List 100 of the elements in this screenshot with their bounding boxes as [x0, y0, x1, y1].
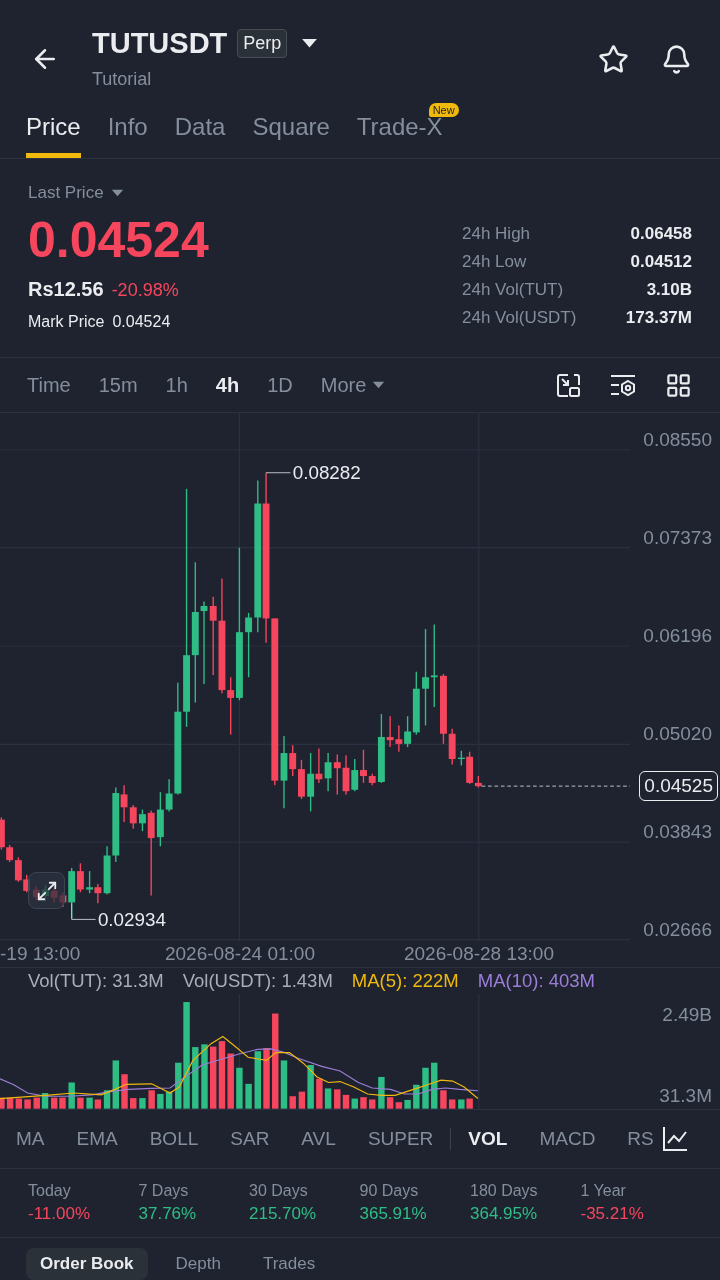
volume-bar — [369, 1099, 376, 1109]
volume-axis-label: 31.3M — [659, 1086, 712, 1106]
rising-candle — [377, 713, 385, 784]
period-label: 1 Year — [580, 1181, 626, 1201]
bell-icon[interactable] — [661, 43, 692, 75]
stat-value: 0.06458 — [630, 224, 692, 244]
tab[interactable]: Square — [252, 100, 330, 158]
mark-price-label: Mark Price — [28, 312, 105, 332]
rising-candle — [324, 752, 332, 792]
volume-bar — [201, 1044, 208, 1109]
volume-bar — [422, 1067, 429, 1109]
indicator-tab[interactable]: RS — [627, 1128, 654, 1150]
expand-icon[interactable] — [35, 879, 58, 902]
period-change: -35.21% — [580, 1203, 644, 1225]
pair-title: TUTUSDT — [92, 27, 228, 59]
rising-candle — [307, 752, 315, 813]
window-arrow-icon[interactable] — [556, 372, 581, 398]
volume-bar — [263, 1048, 270, 1109]
time-axis-label: 2026-08-24 01:00 — [165, 943, 315, 965]
period-change: 215.70% — [249, 1203, 317, 1225]
caret-icon — [110, 188, 124, 197]
stat-label: 24h Vol(TUT) — [462, 280, 564, 300]
tab[interactable]: Price — [26, 100, 81, 158]
falling-candle — [94, 883, 102, 904]
stat-label: 24h Vol(USDT) — [462, 308, 577, 328]
interval-option[interactable]: 15m — [98, 373, 138, 397]
settings-icon[interactable] — [610, 372, 636, 398]
indicator-tab[interactable]: SUPER — [367, 1128, 434, 1150]
mark-price-value: 0.04524 — [112, 312, 171, 332]
period-change: 37.76% — [138, 1203, 197, 1225]
price-axis-label: 0.05020 — [643, 724, 712, 744]
leader-line — [71, 902, 97, 920]
indicator-tab[interactable]: SAR — [230, 1128, 270, 1150]
more-dropdown[interactable]: More — [320, 373, 386, 397]
tab[interactable]: Data — [174, 100, 226, 158]
volume-bar — [77, 1097, 84, 1109]
indicator-tab[interactable]: BOLL — [149, 1128, 199, 1150]
tab[interactable]: Trade-X New — [356, 100, 459, 158]
grid-icon[interactable] — [665, 371, 692, 399]
price-axis-label: 0.06196 — [643, 626, 712, 646]
rising-candle — [139, 808, 146, 832]
price-change: -20.98% — [111, 279, 179, 302]
rising-candle — [457, 750, 465, 767]
caret-icon[interactable] — [301, 37, 319, 49]
volume-bar — [360, 1097, 367, 1109]
interval-option[interactable]: 1h — [165, 373, 188, 397]
expand-button[interactable] — [28, 872, 65, 909]
rising-candle — [86, 870, 94, 894]
stat-label: 24h High — [462, 224, 531, 244]
volume-bar — [192, 1047, 199, 1109]
volume-legend-label: Vol(USDT): 1.43M — [182, 970, 333, 992]
high-price-label: 0.08282 — [292, 462, 361, 484]
price-axis-label: 0.02666 — [643, 920, 712, 940]
volume-bar — [130, 1098, 137, 1109]
period-label: 180 Days — [470, 1181, 538, 1201]
volume-axis-label: 2.49B — [662, 1005, 712, 1025]
book-tab[interactable]: Order Book — [26, 1248, 148, 1280]
period-change: 364.95% — [470, 1203, 538, 1225]
book-tab[interactable]: Trades — [248, 1248, 330, 1280]
stat-value: 3.10B — [646, 280, 692, 300]
period-label: 30 Days — [249, 1181, 308, 1201]
star-icon[interactable] — [598, 43, 629, 75]
interval-option[interactable]: Time — [27, 373, 71, 397]
interval-option[interactable]: 4h — [215, 373, 240, 397]
fiat-price: Rs12.56 — [28, 277, 104, 302]
price-axis-label: 0.03843 — [643, 822, 712, 842]
volume-bar — [236, 1067, 243, 1109]
volume-legend-label: MA(5): 222M — [351, 970, 459, 992]
last-price: 0.04524 — [28, 213, 209, 267]
falling-candle — [76, 862, 84, 893]
volume-bar — [139, 1098, 146, 1109]
volume-bar — [413, 1084, 420, 1109]
volume-legend-label: MA(10): 403M — [477, 970, 595, 992]
volume-bar — [148, 1090, 155, 1109]
tab[interactable]: Info — [107, 100, 148, 158]
period-label: Today — [28, 1181, 71, 1201]
chart-line-icon[interactable] — [661, 1126, 688, 1152]
indicator-tab[interactable]: AVL — [301, 1128, 336, 1150]
indicator-tab[interactable]: VOL — [468, 1128, 508, 1150]
book-tab[interactable]: Depth — [161, 1248, 235, 1280]
period-label: 90 Days — [359, 1181, 419, 1201]
indicator-tab[interactable]: MACD — [539, 1128, 596, 1150]
volume-bar — [254, 1051, 261, 1109]
time-axis-label: -19 13:00 — [0, 943, 81, 965]
volume-bar — [245, 1083, 252, 1109]
price-type-dropdown[interactable]: Last Price — [28, 183, 124, 203]
time-axis-label: 2026-08-28 13:00 — [404, 943, 554, 965]
period-label: 7 Days — [138, 1181, 189, 1201]
falling-candle — [315, 747, 323, 784]
caret-icon — [372, 380, 386, 389]
stat-value: 173.37M — [625, 308, 692, 328]
volume-bar — [68, 1082, 75, 1109]
volume-bar — [121, 1074, 128, 1109]
period-change: -11.00% — [28, 1203, 91, 1225]
indicator-tab[interactable]: EMA — [76, 1128, 118, 1150]
price-axis-label: 0.07373 — [643, 528, 712, 548]
leader-line — [265, 472, 291, 474]
interval-option[interactable]: 1D — [267, 373, 293, 397]
indicator-tab[interactable]: MA — [16, 1128, 45, 1150]
volume-bar — [431, 1062, 438, 1109]
